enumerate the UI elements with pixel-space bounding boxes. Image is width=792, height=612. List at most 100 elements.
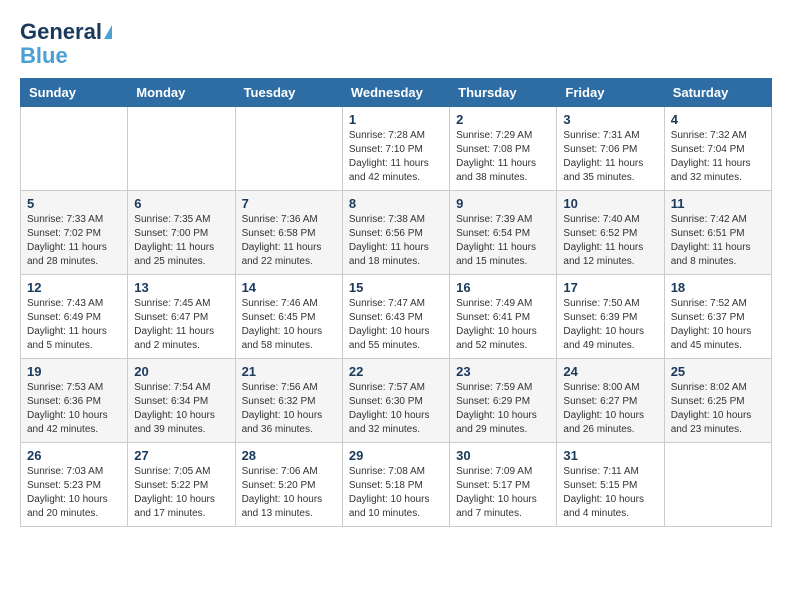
day-info: Sunrise: 7:45 AM Sunset: 6:47 PM Dayligh… [134,297,228,353]
day-number: 13 [134,280,228,295]
day-info: Sunrise: 7:43 AM Sunset: 6:49 PM Dayligh… [27,297,121,353]
day-info: Sunrise: 7:06 AM Sunset: 5:20 PM Dayligh… [242,465,336,521]
calendar-cell: 8 Sunrise: 7:38 AM Sunset: 6:56 PM Daylig… [342,191,449,275]
logo-general: General [20,20,102,44]
day-number: 7 [242,196,336,211]
day-info: Sunrise: 7:09 AM Sunset: 5:17 PM Dayligh… [456,465,550,521]
calendar-cell: 29 Sunrise: 7:08 AM Sunset: 5:18 PM Dayli… [342,443,449,527]
day-number: 9 [456,196,550,211]
day-info: Sunrise: 7:52 AM Sunset: 6:37 PM Dayligh… [671,297,765,353]
calendar-cell: 18 Sunrise: 7:52 AM Sunset: 6:37 PM Dayli… [664,275,771,359]
day-info: Sunrise: 7:57 AM Sunset: 6:30 PM Dayligh… [349,381,443,437]
day-info: Sunrise: 7:49 AM Sunset: 6:41 PM Dayligh… [456,297,550,353]
day-number: 15 [349,280,443,295]
day-number: 29 [349,448,443,463]
day-info: Sunrise: 7:46 AM Sunset: 6:45 PM Dayligh… [242,297,336,353]
day-number: 28 [242,448,336,463]
day-number: 4 [671,112,765,127]
calendar-cell [235,107,342,191]
calendar-cell: 21 Sunrise: 7:56 AM Sunset: 6:32 PM Dayli… [235,359,342,443]
day-info: Sunrise: 7:05 AM Sunset: 5:22 PM Dayligh… [134,465,228,521]
calendar-cell: 13 Sunrise: 7:45 AM Sunset: 6:47 PM Dayli… [128,275,235,359]
calendar-week-4: 19Sunrise: 7:53 AM Sunset: 6:36 PM Dayli… [21,359,772,443]
day-info: Sunrise: 7:28 AM Sunset: 7:10 PM Dayligh… [349,129,443,185]
day-info: Sunrise: 8:00 AM Sunset: 6:27 PM Dayligh… [563,381,657,437]
calendar-table: SundayMondayTuesdayWednesdayThursdayFrid… [20,78,772,527]
calendar-body: 1 Sunrise: 7:28 AM Sunset: 7:10 PM Daylig… [21,107,772,527]
day-number: 14 [242,280,336,295]
calendar-cell: 20 Sunrise: 7:54 AM Sunset: 6:34 PM Dayli… [128,359,235,443]
day-info: Sunrise: 7:42 AM Sunset: 6:51 PM Dayligh… [671,213,765,269]
day-info: Sunrise: 7:08 AM Sunset: 5:18 PM Dayligh… [349,465,443,521]
day-number: 1 [349,112,443,127]
calendar-cell: 31Sunrise: 7:11 AM Sunset: 5:15 PM Dayli… [557,443,664,527]
day-info: Sunrise: 7:54 AM Sunset: 6:34 PM Dayligh… [134,381,228,437]
day-info: Sunrise: 7:59 AM Sunset: 6:29 PM Dayligh… [456,381,550,437]
day-info: Sunrise: 7:38 AM Sunset: 6:56 PM Dayligh… [349,213,443,269]
day-header-monday: Monday [128,79,235,107]
day-number: 20 [134,364,228,379]
calendar-cell: 14 Sunrise: 7:46 AM Sunset: 6:45 PM Dayli… [235,275,342,359]
calendar-cell: 6 Sunrise: 7:35 AM Sunset: 7:00 PM Daylig… [128,191,235,275]
calendar-cell: 22Sunrise: 7:57 AM Sunset: 6:30 PM Dayli… [342,359,449,443]
logo-blue: Blue [20,44,68,68]
day-number: 6 [134,196,228,211]
day-info: Sunrise: 7:31 AM Sunset: 7:06 PM Dayligh… [563,129,657,185]
day-header-wednesday: Wednesday [342,79,449,107]
day-number: 18 [671,280,765,295]
day-number: 3 [563,112,657,127]
calendar-cell: 11 Sunrise: 7:42 AM Sunset: 6:51 PM Dayli… [664,191,771,275]
day-info: Sunrise: 7:56 AM Sunset: 6:32 PM Dayligh… [242,381,336,437]
logo-triangle-icon [104,25,112,39]
day-number: 30 [456,448,550,463]
day-number: 5 [27,196,121,211]
calendar-cell: 10Sunrise: 7:40 AM Sunset: 6:52 PM Dayli… [557,191,664,275]
day-number: 8 [349,196,443,211]
calendar-header-row: SundayMondayTuesdayWednesdayThursdayFrid… [21,79,772,107]
page-header: General Blue [20,20,772,68]
calendar-cell [21,107,128,191]
calendar-cell: 17Sunrise: 7:50 AM Sunset: 6:39 PM Dayli… [557,275,664,359]
calendar-cell: 2 Sunrise: 7:29 AM Sunset: 7:08 PM Daylig… [450,107,557,191]
day-number: 26 [27,448,121,463]
day-info: Sunrise: 7:53 AM Sunset: 6:36 PM Dayligh… [27,381,121,437]
calendar-cell: 4 Sunrise: 7:32 AM Sunset: 7:04 PM Daylig… [664,107,771,191]
calendar-cell: 7 Sunrise: 7:36 AM Sunset: 6:58 PM Daylig… [235,191,342,275]
day-info: Sunrise: 7:35 AM Sunset: 7:00 PM Dayligh… [134,213,228,269]
calendar-cell: 3 Sunrise: 7:31 AM Sunset: 7:06 PM Daylig… [557,107,664,191]
day-info: Sunrise: 7:36 AM Sunset: 6:58 PM Dayligh… [242,213,336,269]
day-info: Sunrise: 7:32 AM Sunset: 7:04 PM Dayligh… [671,129,765,185]
day-info: Sunrise: 8:02 AM Sunset: 6:25 PM Dayligh… [671,381,765,437]
day-number: 11 [671,196,765,211]
calendar-cell: 19Sunrise: 7:53 AM Sunset: 6:36 PM Dayli… [21,359,128,443]
calendar-week-2: 5Sunrise: 7:33 AM Sunset: 7:02 PM Daylig… [21,191,772,275]
calendar-cell: 23Sunrise: 7:59 AM Sunset: 6:29 PM Dayli… [450,359,557,443]
calendar-cell [664,443,771,527]
logo: General Blue [20,20,112,68]
day-number: 27 [134,448,228,463]
day-info: Sunrise: 7:11 AM Sunset: 5:15 PM Dayligh… [563,465,657,521]
day-number: 2 [456,112,550,127]
calendar-cell: 24 Sunrise: 8:00 AM Sunset: 6:27 PM Dayli… [557,359,664,443]
calendar-week-5: 26Sunrise: 7:03 AM Sunset: 5:23 PM Dayli… [21,443,772,527]
day-info: Sunrise: 7:47 AM Sunset: 6:43 PM Dayligh… [349,297,443,353]
day-info: Sunrise: 7:29 AM Sunset: 7:08 PM Dayligh… [456,129,550,185]
day-number: 21 [242,364,336,379]
day-number: 16 [456,280,550,295]
calendar-week-1: 1 Sunrise: 7:28 AM Sunset: 7:10 PM Daylig… [21,107,772,191]
calendar-cell: 28 Sunrise: 7:06 AM Sunset: 5:20 PM Dayli… [235,443,342,527]
calendar-cell: 16 Sunrise: 7:49 AM Sunset: 6:41 PM Dayli… [450,275,557,359]
calendar-cell: 1 Sunrise: 7:28 AM Sunset: 7:10 PM Daylig… [342,107,449,191]
calendar-cell: 30 Sunrise: 7:09 AM Sunset: 5:17 PM Dayli… [450,443,557,527]
calendar-cell: 26Sunrise: 7:03 AM Sunset: 5:23 PM Dayli… [21,443,128,527]
day-number: 12 [27,280,121,295]
day-header-thursday: Thursday [450,79,557,107]
calendar-cell: 9 Sunrise: 7:39 AM Sunset: 6:54 PM Daylig… [450,191,557,275]
day-header-friday: Friday [557,79,664,107]
day-number: 24 [563,364,657,379]
day-info: Sunrise: 7:39 AM Sunset: 6:54 PM Dayligh… [456,213,550,269]
day-header-tuesday: Tuesday [235,79,342,107]
calendar-cell: 27 Sunrise: 7:05 AM Sunset: 5:22 PM Dayli… [128,443,235,527]
day-number: 17 [563,280,657,295]
day-header-sunday: Sunday [21,79,128,107]
